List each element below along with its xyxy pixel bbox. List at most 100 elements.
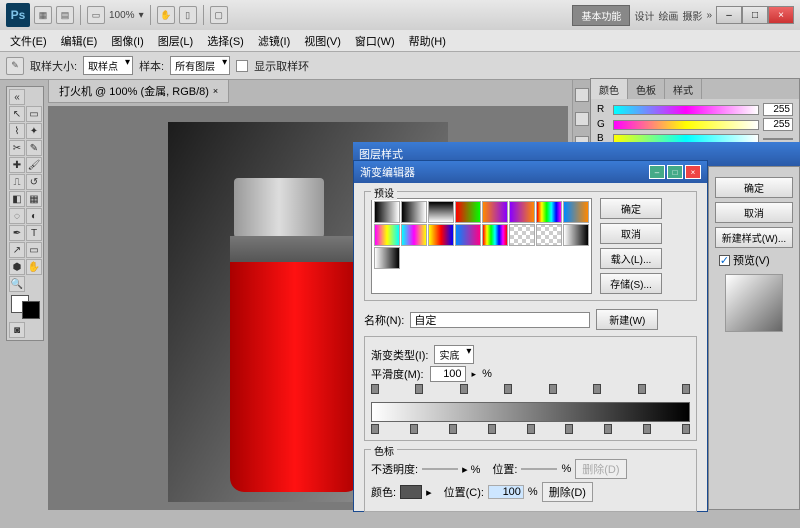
opacity-stop[interactable] bbox=[682, 384, 690, 394]
preset-swatch[interactable] bbox=[455, 201, 481, 223]
lasso-tool[interactable]: ⌇ bbox=[9, 123, 25, 139]
move-tool[interactable]: ↖ bbox=[9, 106, 25, 122]
quickmask-tool[interactable]: ◙ bbox=[9, 322, 25, 338]
menu-view[interactable]: 视图(V) bbox=[298, 31, 347, 51]
stamp-tool[interactable]: ⎍ bbox=[9, 174, 25, 190]
opacity-stop[interactable] bbox=[371, 384, 379, 394]
preset-swatch[interactable] bbox=[509, 224, 535, 246]
preset-swatch[interactable] bbox=[482, 224, 508, 246]
workspace-design[interactable]: 设计 bbox=[634, 8, 654, 23]
view-extras-icon[interactable]: ▭ bbox=[87, 6, 105, 24]
preset-swatch[interactable] bbox=[428, 201, 454, 223]
menu-window[interactable]: 窗口(W) bbox=[349, 31, 401, 51]
type-tool[interactable]: T bbox=[26, 225, 42, 241]
workspace-photo[interactable]: 摄影 bbox=[682, 8, 702, 23]
3d-tool[interactable]: ⬢ bbox=[9, 259, 25, 275]
color-stop[interactable] bbox=[682, 424, 690, 434]
preset-swatch[interactable] bbox=[482, 201, 508, 223]
minimize-button[interactable]: – bbox=[716, 6, 742, 24]
panel-icon-2[interactable] bbox=[575, 112, 589, 126]
marquee-tool[interactable]: ▭ bbox=[26, 106, 42, 122]
g-slider[interactable] bbox=[613, 120, 759, 130]
background-swatch[interactable] bbox=[22, 301, 40, 319]
opacity-stop[interactable] bbox=[460, 384, 468, 394]
ge-new-button[interactable]: 新建(W) bbox=[596, 309, 658, 330]
preset-swatch[interactable] bbox=[401, 201, 427, 223]
menu-edit[interactable]: 编辑(E) bbox=[55, 31, 104, 51]
collapse-icon[interactable]: « bbox=[9, 89, 25, 105]
opacity-stop[interactable] bbox=[638, 384, 646, 394]
dlg-close-icon[interactable]: × bbox=[685, 165, 701, 179]
close-button[interactable]: × bbox=[768, 6, 794, 24]
brush-tool[interactable]: 🖌 bbox=[26, 157, 42, 173]
color-stop[interactable] bbox=[604, 424, 612, 434]
type-select[interactable]: 实底 bbox=[434, 345, 474, 364]
menu-help[interactable]: 帮助(H) bbox=[403, 31, 452, 51]
menu-layer[interactable]: 图层(L) bbox=[152, 31, 199, 51]
smooth-input[interactable] bbox=[430, 366, 466, 382]
ls-preview-check[interactable]: ✓ 预览(V) bbox=[719, 252, 793, 268]
crop-tool[interactable]: ✂ bbox=[9, 140, 25, 156]
workspace-basic[interactable]: 基本功能 bbox=[572, 5, 630, 26]
history-brush-tool[interactable]: ↺ bbox=[26, 174, 42, 190]
preset-swatch[interactable] bbox=[401, 224, 427, 246]
tab-styles[interactable]: 样式 bbox=[665, 79, 702, 99]
name-input[interactable] bbox=[410, 312, 590, 328]
menu-filter[interactable]: 滤镜(I) bbox=[252, 31, 296, 51]
color-swatch[interactable] bbox=[400, 485, 422, 499]
preset-swatch[interactable] bbox=[563, 201, 589, 223]
wand-tool[interactable]: ✦ bbox=[26, 123, 42, 139]
workspace-paint[interactable]: 绘画 bbox=[658, 8, 678, 23]
preset-swatch[interactable] bbox=[536, 224, 562, 246]
preset-swatch[interactable] bbox=[428, 224, 454, 246]
b-value[interactable] bbox=[763, 138, 793, 140]
eraser-tool[interactable]: ◧ bbox=[9, 191, 25, 207]
arrange-icon[interactable]: ▯ bbox=[179, 6, 197, 24]
hand-tool-icon[interactable]: ✋ bbox=[157, 6, 175, 24]
bridge-icon[interactable]: ▦ bbox=[34, 6, 52, 24]
ge-ok-button[interactable]: 确定 bbox=[600, 198, 662, 219]
tab-swatches[interactable]: 色板 bbox=[628, 79, 665, 99]
shape-tool[interactable]: ▭ bbox=[26, 242, 42, 258]
pen-tool[interactable]: ✒ bbox=[9, 225, 25, 241]
minibridge-icon[interactable]: ▤ bbox=[56, 6, 74, 24]
ls-cancel-button[interactable]: 取消 bbox=[715, 202, 793, 223]
document-tab[interactable]: 打火机 @ 100% (金属, RGB/8) × bbox=[48, 79, 229, 103]
menu-file[interactable]: 文件(E) bbox=[4, 31, 53, 51]
tab-close-icon[interactable]: × bbox=[213, 86, 218, 96]
dodge-tool[interactable]: ◐ bbox=[26, 208, 42, 224]
zoom-value[interactable]: 100% bbox=[109, 10, 135, 21]
color-stop[interactable] bbox=[527, 424, 535, 434]
dlg-max-icon[interactable]: □ bbox=[667, 165, 683, 179]
screen-mode-icon[interactable]: ▢ bbox=[210, 6, 228, 24]
eyedropper-tool[interactable]: ✎ bbox=[26, 140, 42, 156]
preset-swatch[interactable] bbox=[455, 224, 481, 246]
opacity-stop[interactable] bbox=[549, 384, 557, 394]
preset-swatch[interactable] bbox=[374, 224, 400, 246]
preset-swatch[interactable] bbox=[536, 201, 562, 223]
ls-ok-button[interactable]: 确定 bbox=[715, 177, 793, 198]
color-delete-button[interactable]: 删除(D) bbox=[542, 482, 593, 502]
eyedropper-icon[interactable]: ✎ bbox=[6, 57, 24, 75]
dlg-min-icon[interactable]: – bbox=[649, 165, 665, 179]
r-slider[interactable] bbox=[613, 105, 759, 115]
blur-tool[interactable]: ◌ bbox=[9, 208, 25, 224]
zoom-tool[interactable]: 🔍 bbox=[9, 276, 25, 292]
color-stop[interactable] bbox=[410, 424, 418, 434]
path-tool[interactable]: ↗ bbox=[9, 242, 25, 258]
preset-swatch[interactable] bbox=[374, 201, 400, 223]
sample-layers-select[interactable]: 所有图层 bbox=[170, 56, 230, 75]
ge-load-button[interactable]: 载入(L)... bbox=[600, 248, 662, 269]
gradient-bar[interactable] bbox=[371, 402, 690, 422]
ge-save-button[interactable]: 存储(S)... bbox=[600, 273, 662, 294]
maximize-button[interactable]: □ bbox=[742, 6, 768, 24]
opacity-stop[interactable] bbox=[504, 384, 512, 394]
menu-select[interactable]: 选择(S) bbox=[201, 31, 250, 51]
ge-cancel-button[interactable]: 取消 bbox=[600, 223, 662, 244]
panel-icon-1[interactable] bbox=[575, 88, 589, 102]
sample-size-select[interactable]: 取样点 bbox=[83, 56, 133, 75]
r-value[interactable]: 255 bbox=[763, 103, 793, 116]
preset-swatch[interactable] bbox=[563, 224, 589, 246]
workspace-more[interactable]: » bbox=[706, 10, 712, 21]
show-rings-checkbox[interactable] bbox=[236, 60, 248, 72]
